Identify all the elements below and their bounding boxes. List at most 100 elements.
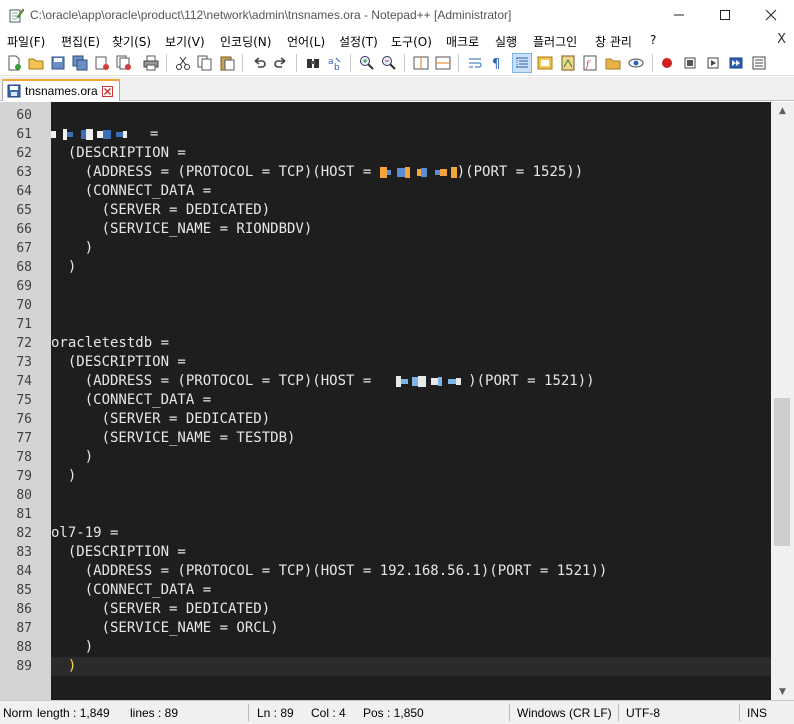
zoom-out-icon bbox=[382, 56, 396, 70]
replace-button[interactable]: ab bbox=[325, 53, 345, 73]
toolbar-separator bbox=[242, 54, 243, 72]
status-ins[interactable]: INS bbox=[747, 706, 767, 720]
menu-encoding[interactable]: 인코딩(N) bbox=[220, 33, 271, 50]
menu-window[interactable]: 창 관리 bbox=[595, 33, 632, 50]
word-wrap-button[interactable] bbox=[465, 53, 485, 73]
code-line[interactable]: ) bbox=[51, 239, 771, 258]
status-eol[interactable]: Windows (CR LF) bbox=[517, 706, 612, 720]
scrollbar-thumb[interactable] bbox=[774, 398, 790, 546]
editor-area[interactable]: 60 61 62 63 64 65 66 67 68 69 70 71 72 73 74 75 76 77 78 79… bbox=[0, 102, 794, 700]
menu-file[interactable]: 파일(F) bbox=[7, 33, 45, 50]
menu-search[interactable]: 찾기(S) bbox=[112, 33, 151, 50]
save-button[interactable] bbox=[48, 53, 68, 73]
menu-settings[interactable]: 설정(T) bbox=[339, 33, 378, 50]
find-button[interactable] bbox=[303, 53, 323, 73]
code-line[interactable]: (CONNECT_DATA = bbox=[51, 182, 771, 201]
code-line[interactable]: ) bbox=[51, 657, 771, 676]
code-line[interactable]: (DESCRIPTION = bbox=[51, 144, 771, 163]
minimize-button[interactable] bbox=[656, 0, 702, 30]
line-number: 80 bbox=[16, 488, 32, 503]
menu-edit[interactable]: 편집(E) bbox=[61, 33, 100, 50]
code-view[interactable]: = (DESCRIPTION = (ADDRESS = (PROTOCOL = … bbox=[51, 102, 771, 700]
status-separator bbox=[248, 704, 249, 721]
code-line[interactable]: ol7-19 = bbox=[51, 524, 771, 543]
close-icon[interactable] bbox=[101, 85, 113, 97]
menu-macro[interactable]: 매크로 bbox=[446, 33, 479, 50]
close-window-button[interactable] bbox=[748, 0, 794, 30]
menu-run[interactable]: 실행 bbox=[495, 33, 517, 50]
line-number: 73 bbox=[16, 355, 32, 370]
sync-vertical-button[interactable] bbox=[411, 53, 431, 73]
scroll-down-arrow-icon[interactable]: ▼ bbox=[771, 683, 794, 700]
stop-macro-button[interactable] bbox=[680, 53, 700, 73]
status-encoding[interactable]: UTF-8 bbox=[626, 706, 660, 720]
close-button[interactable] bbox=[92, 53, 112, 73]
menu-plugins[interactable]: 플러그인 bbox=[533, 33, 577, 50]
play-macro-button[interactable] bbox=[703, 53, 723, 73]
sync-horizontal-button[interactable] bbox=[433, 53, 453, 73]
monitoring-button[interactable] bbox=[626, 53, 646, 73]
copy-button[interactable] bbox=[195, 53, 215, 73]
function-list-button[interactable]: f bbox=[580, 53, 600, 73]
code-line[interactable]: (SERVICE_NAME = TESTDB) bbox=[51, 429, 771, 448]
menu-tools[interactable]: 도구(O) bbox=[391, 33, 432, 50]
line-number: 75 bbox=[16, 393, 32, 408]
new-file-button[interactable] bbox=[4, 53, 24, 73]
code-line[interactable]: ) bbox=[51, 448, 771, 467]
code-line[interactable] bbox=[51, 486, 771, 505]
code-line[interactable]: (SERVICE_NAME = RIONDBDV) bbox=[51, 220, 771, 239]
close-document-button[interactable]: X bbox=[777, 32, 786, 47]
doc-map-button[interactable] bbox=[558, 53, 578, 73]
menu-help[interactable]: ? bbox=[650, 33, 656, 47]
maximize-button[interactable] bbox=[702, 0, 748, 30]
paste-button[interactable] bbox=[217, 53, 237, 73]
code-line[interactable] bbox=[51, 277, 771, 296]
code-line[interactable] bbox=[51, 315, 771, 334]
tab-tnsnames[interactable]: tnsnames.ora bbox=[2, 79, 120, 101]
code-line[interactable] bbox=[51, 106, 771, 125]
line-number: 64 bbox=[16, 184, 32, 199]
tab-label: tnsnames.ora bbox=[25, 84, 98, 98]
print-button[interactable] bbox=[141, 53, 161, 73]
code-line[interactable]: = bbox=[51, 125, 771, 144]
code-line[interactable]: oracletestdb = bbox=[51, 334, 771, 353]
indent-guide-button[interactable] bbox=[512, 53, 532, 73]
record-macro-button[interactable] bbox=[657, 53, 677, 73]
status-separator bbox=[618, 704, 619, 721]
code-line[interactable]: (ADDRESS = (PROTOCOL = TCP)(HOST = 192.1… bbox=[51, 562, 771, 581]
folder-workspace-button[interactable] bbox=[603, 53, 623, 73]
menu-view[interactable]: 보기(V) bbox=[165, 33, 205, 50]
code-line[interactable]: (SERVER = DEDICATED) bbox=[51, 201, 771, 220]
code-line[interactable]: (ADDRESS = (PROTOCOL = TCP)(HOST = )(POR… bbox=[51, 163, 771, 182]
code-line[interactable]: (DESCRIPTION = bbox=[51, 543, 771, 562]
scroll-up-arrow-icon[interactable]: ▲ bbox=[771, 102, 794, 119]
code-line[interactable]: (ADDRESS = (PROTOCOL = TCP)(HOST = )(POR… bbox=[51, 372, 771, 391]
save-all-button[interactable] bbox=[70, 53, 90, 73]
run-macro-multiple-button[interactable] bbox=[726, 53, 746, 73]
zoom-in-button[interactable] bbox=[357, 53, 377, 73]
zoom-out-button[interactable] bbox=[379, 53, 399, 73]
vertical-scrollbar[interactable]: ▲ ▼ bbox=[771, 102, 794, 700]
code-line[interactable] bbox=[51, 296, 771, 315]
save-macro-button[interactable] bbox=[749, 53, 769, 73]
code-line[interactable]: ) bbox=[51, 258, 771, 277]
redo-button[interactable] bbox=[271, 53, 291, 73]
code-line[interactable] bbox=[51, 505, 771, 524]
code-line[interactable]: (CONNECT_DATA = bbox=[51, 581, 771, 600]
menu-language[interactable]: 언어(L) bbox=[287, 33, 325, 50]
open-file-button[interactable] bbox=[26, 53, 46, 73]
close-all-button[interactable] bbox=[114, 53, 134, 73]
code-line[interactable]: (DESCRIPTION = bbox=[51, 353, 771, 372]
code-line[interactable]: (SERVICE_NAME = ORCL) bbox=[51, 619, 771, 638]
cut-button[interactable] bbox=[173, 53, 193, 73]
undo-button[interactable] bbox=[249, 53, 269, 73]
user-defined-lang-button[interactable] bbox=[535, 53, 555, 73]
code-line[interactable]: (CONNECT_DATA = bbox=[51, 391, 771, 410]
line-number: 67 bbox=[16, 241, 32, 256]
code-line[interactable]: (SERVER = DEDICATED) bbox=[51, 600, 771, 619]
minimize-icon bbox=[674, 14, 684, 16]
code-line[interactable]: ) bbox=[51, 467, 771, 486]
code-line[interactable]: ) bbox=[51, 638, 771, 657]
show-all-chars-button[interactable]: ¶ bbox=[487, 53, 507, 73]
code-line[interactable]: (SERVER = DEDICATED) bbox=[51, 410, 771, 429]
